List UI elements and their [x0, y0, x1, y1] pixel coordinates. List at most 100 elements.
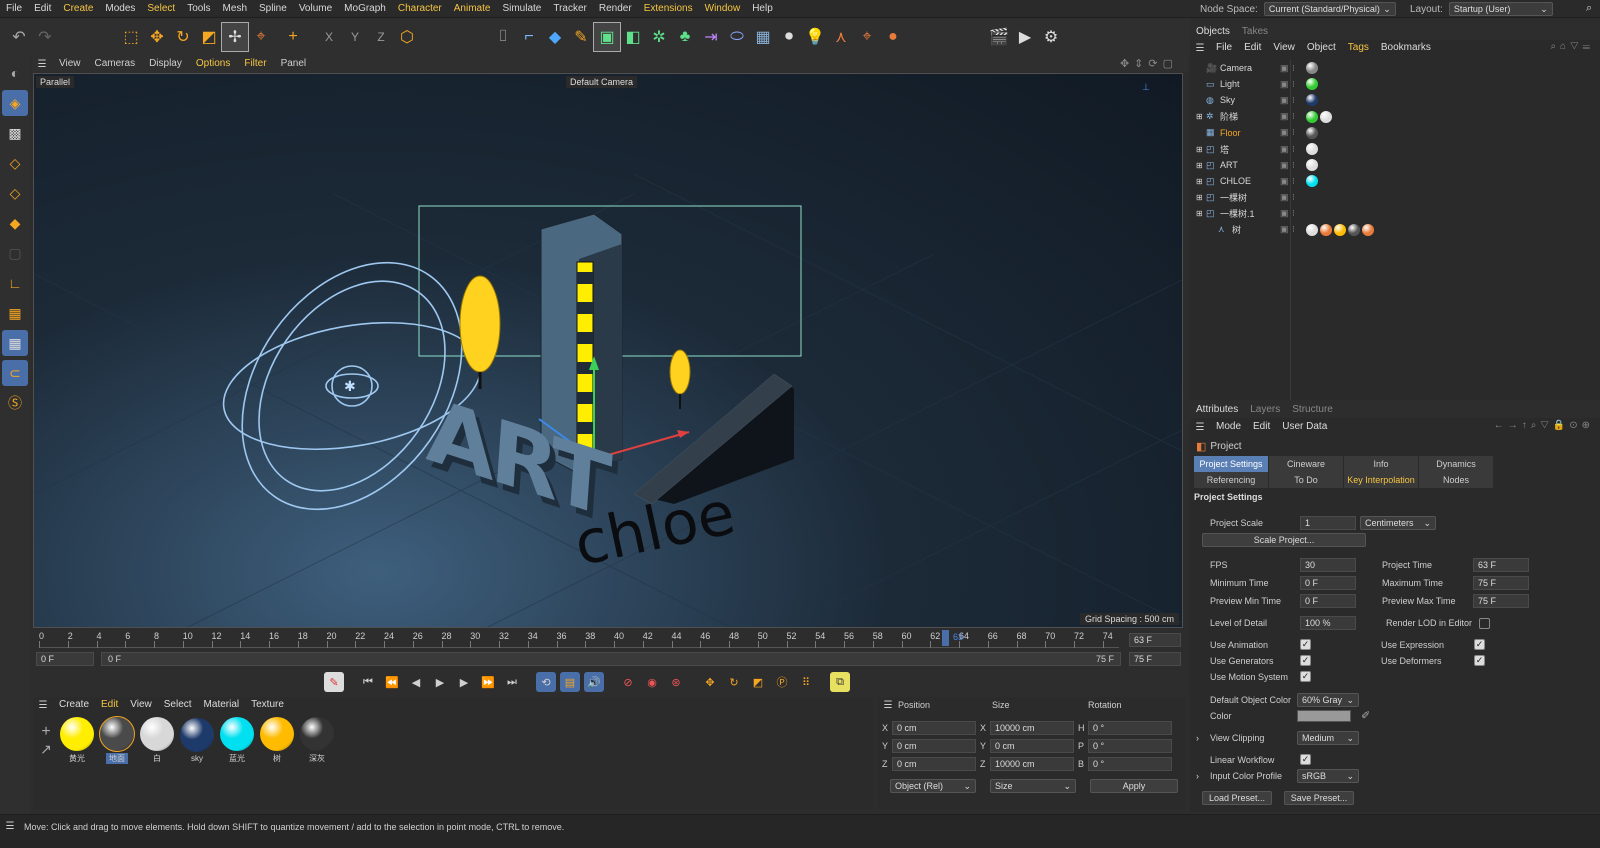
material-menu-select[interactable]: Select — [158, 697, 198, 713]
prev-frame-icon[interactable]: ◀ — [406, 672, 426, 692]
next-key-icon[interactable]: ⏩ — [478, 672, 498, 692]
camera-icon[interactable]: ⏺ — [776, 23, 802, 51]
timeline-playhead[interactable] — [941, 630, 949, 646]
units-select[interactable]: Centimeters ⌄ — [1360, 516, 1436, 530]
object-name[interactable]: Floor — [1220, 128, 1276, 138]
attr-subtab-project-settings[interactable]: Project Settings — [1194, 456, 1269, 472]
object-row[interactable]: 🎥 Camera ▣ ⁝ — [1196, 60, 1600, 76]
render-region-icon[interactable]: ⌷ — [490, 23, 516, 51]
use-generators-checkbox[interactable]: ✓ — [1300, 655, 1311, 666]
object-name[interactable]: 一棵树.1 — [1220, 207, 1276, 220]
object-row[interactable]: ⊞ ◰ 一棵树.1 ▣ ⁝ — [1196, 206, 1600, 222]
menu-create[interactable]: Create — [57, 0, 99, 18]
object-tag-icon[interactable] — [1306, 126, 1318, 139]
sound-playback-icon[interactable]: 🔊 — [584, 672, 604, 692]
position-field[interactable]: 0 cm — [892, 721, 976, 735]
timeline[interactable]: 0 2 4 6 8 10 12 14 16 18 20 22 24 26 28 30 32 34 36 38 40 42 4… — [33, 630, 1183, 668]
viewport-menu-view[interactable]: View — [52, 56, 88, 72]
object-layer-dots[interactable]: ⁝ — [1292, 144, 1304, 155]
object-tag-icon[interactable] — [1306, 143, 1318, 156]
render-settings-icon[interactable]: ⚙ — [1038, 23, 1064, 51]
uv-mode-icon[interactable]: ▢ — [2, 240, 28, 266]
object-tag-icon[interactable] — [1306, 110, 1318, 123]
attr-subtab-cineware[interactable]: Cineware — [1269, 456, 1344, 472]
snap-icon[interactable]: ⊂ — [2, 360, 28, 386]
material-item[interactable]: 深灰 — [299, 717, 335, 764]
attr-menu-edit[interactable]: Edit — [1247, 419, 1276, 435]
key-position-icon[interactable]: ✥ — [700, 672, 720, 692]
extrude-icon[interactable]: ◧ — [620, 23, 646, 51]
default-color-select[interactable]: 60% Gray ⌄ — [1297, 693, 1359, 707]
material-swatch[interactable] — [260, 717, 294, 751]
tag-icon[interactable]: ⌖ — [854, 23, 880, 51]
prev-key-icon[interactable]: ⏪ — [382, 672, 402, 692]
tab-attributes[interactable]: Attributes — [1190, 402, 1244, 418]
object-expand-icon[interactable]: ⊞ — [1196, 193, 1206, 202]
menu-help[interactable]: Help — [746, 0, 779, 18]
material-swatch[interactable] — [220, 717, 254, 751]
menu-animate[interactable]: Animate — [448, 0, 497, 18]
sound-icon[interactable]: ● — [880, 23, 906, 51]
object-name[interactable]: Camera — [1220, 63, 1276, 73]
menu-extensions[interactable]: Extensions — [638, 0, 699, 18]
object-row[interactable]: ⊞ ◰ 一棵树 ▣ ⁝ — [1196, 190, 1600, 206]
lock-y-icon[interactable]: Y — [342, 23, 368, 51]
move-icon[interactable]: ✥ — [144, 23, 170, 51]
object-row[interactable]: ⋏ 树 ▣ ⁝ — [1196, 222, 1600, 238]
material-menu-texture[interactable]: Texture — [245, 697, 290, 713]
layout-select[interactable]: Startup (User) ⌄ — [1448, 2, 1553, 16]
object-row[interactable]: ⊞ ◰ ART ▣ ⁝ — [1196, 157, 1600, 173]
render-picture-icon[interactable]: ▶ — [1012, 23, 1038, 51]
menu-tools[interactable]: Tools — [181, 0, 216, 18]
array-icon[interactable]: ♣ — [672, 23, 698, 51]
next-frame-icon[interactable]: ▶ — [454, 672, 474, 692]
object-name[interactable]: ART — [1220, 160, 1276, 170]
object-layer-dots[interactable]: ⁝ — [1292, 208, 1304, 219]
material-hamburger-icon[interactable]: ☰ — [33, 700, 53, 711]
axis-icon[interactable]: ∟ — [2, 270, 28, 296]
object-expand-icon[interactable]: ⊞ — [1196, 161, 1206, 170]
play-icon[interactable]: ▶ — [430, 672, 450, 692]
attr-nav-icons[interactable]: ←→↑⌕▽🔒⊙⊕ — [1494, 420, 1594, 431]
use-deformers-checkbox[interactable]: ✓ — [1474, 655, 1485, 666]
menu-mograph[interactable]: MoGraph — [338, 0, 392, 18]
attr-hamburger-icon[interactable]: ☰ — [1190, 422, 1210, 433]
viewport-menu-options[interactable]: Options — [189, 56, 237, 72]
color-swatch[interactable] — [1297, 709, 1351, 722]
position-field[interactable]: 0 cm — [892, 757, 976, 771]
object-tag-icon[interactable] — [1320, 223, 1332, 236]
object-row[interactable]: ⊞ ✲ 阶梯 ▣ ⁝ — [1196, 109, 1600, 125]
objects-hamburger-icon[interactable]: ☰ — [1190, 43, 1210, 54]
object-name[interactable]: 树 — [1232, 223, 1276, 236]
attr-subtab-to-do[interactable]: To Do — [1269, 472, 1344, 488]
attr-subtab-dynamics[interactable]: Dynamics — [1419, 456, 1494, 472]
object-tag-icon[interactable] — [1306, 94, 1318, 107]
object-layer-dots[interactable]: ⁝ — [1292, 224, 1304, 235]
object-tag-icon[interactable] — [1348, 223, 1360, 236]
status-hamburger-icon[interactable]: ☰ — [0, 821, 20, 832]
menu-select[interactable]: Select — [141, 0, 181, 18]
linear-workflow-checkbox[interactable]: ✓ — [1300, 754, 1311, 765]
edges-mode-icon[interactable]: ◇ — [2, 180, 28, 206]
keyframe-selection-icon[interactable]: ⊛ — [666, 672, 686, 692]
object-name[interactable]: 塔 — [1220, 143, 1276, 156]
attr-subtab-referencing[interactable]: Referencing — [1194, 472, 1269, 488]
object-tag-icon[interactable] — [1306, 223, 1318, 236]
objects-menu-edit[interactable]: Edit — [1238, 40, 1267, 56]
texture-mode-icon[interactable]: ▩ — [2, 120, 28, 146]
size-mode-select[interactable]: Size ⌄ — [990, 779, 1076, 793]
key-param-icon[interactable]: Ⓟ — [772, 672, 792, 692]
objects-menu-file[interactable]: File — [1210, 40, 1238, 56]
rotation-field[interactable]: 0 ° — [1088, 739, 1172, 753]
menu-volume[interactable]: Volume — [293, 0, 338, 18]
input-profile-expand-icon[interactable]: › — [1196, 771, 1210, 781]
menu-file[interactable]: File — [0, 0, 28, 18]
viewport[interactable]: ✱ ART chloe Parallel Default Camera ⊥ Gr… — [33, 73, 1183, 628]
material-menu-edit[interactable]: Edit — [95, 697, 124, 713]
object-layer-dots[interactable]: ⁝ — [1292, 111, 1304, 122]
material-swatch[interactable] — [140, 717, 174, 751]
motion-system-icon[interactable]: ⧉ — [830, 672, 850, 692]
viewport-nav-icons[interactable]: ✥⇕⟳▢ — [1120, 57, 1178, 70]
objects-menu-object[interactable]: Object — [1301, 40, 1342, 56]
workplane-icon[interactable]: ▦ — [2, 300, 28, 326]
